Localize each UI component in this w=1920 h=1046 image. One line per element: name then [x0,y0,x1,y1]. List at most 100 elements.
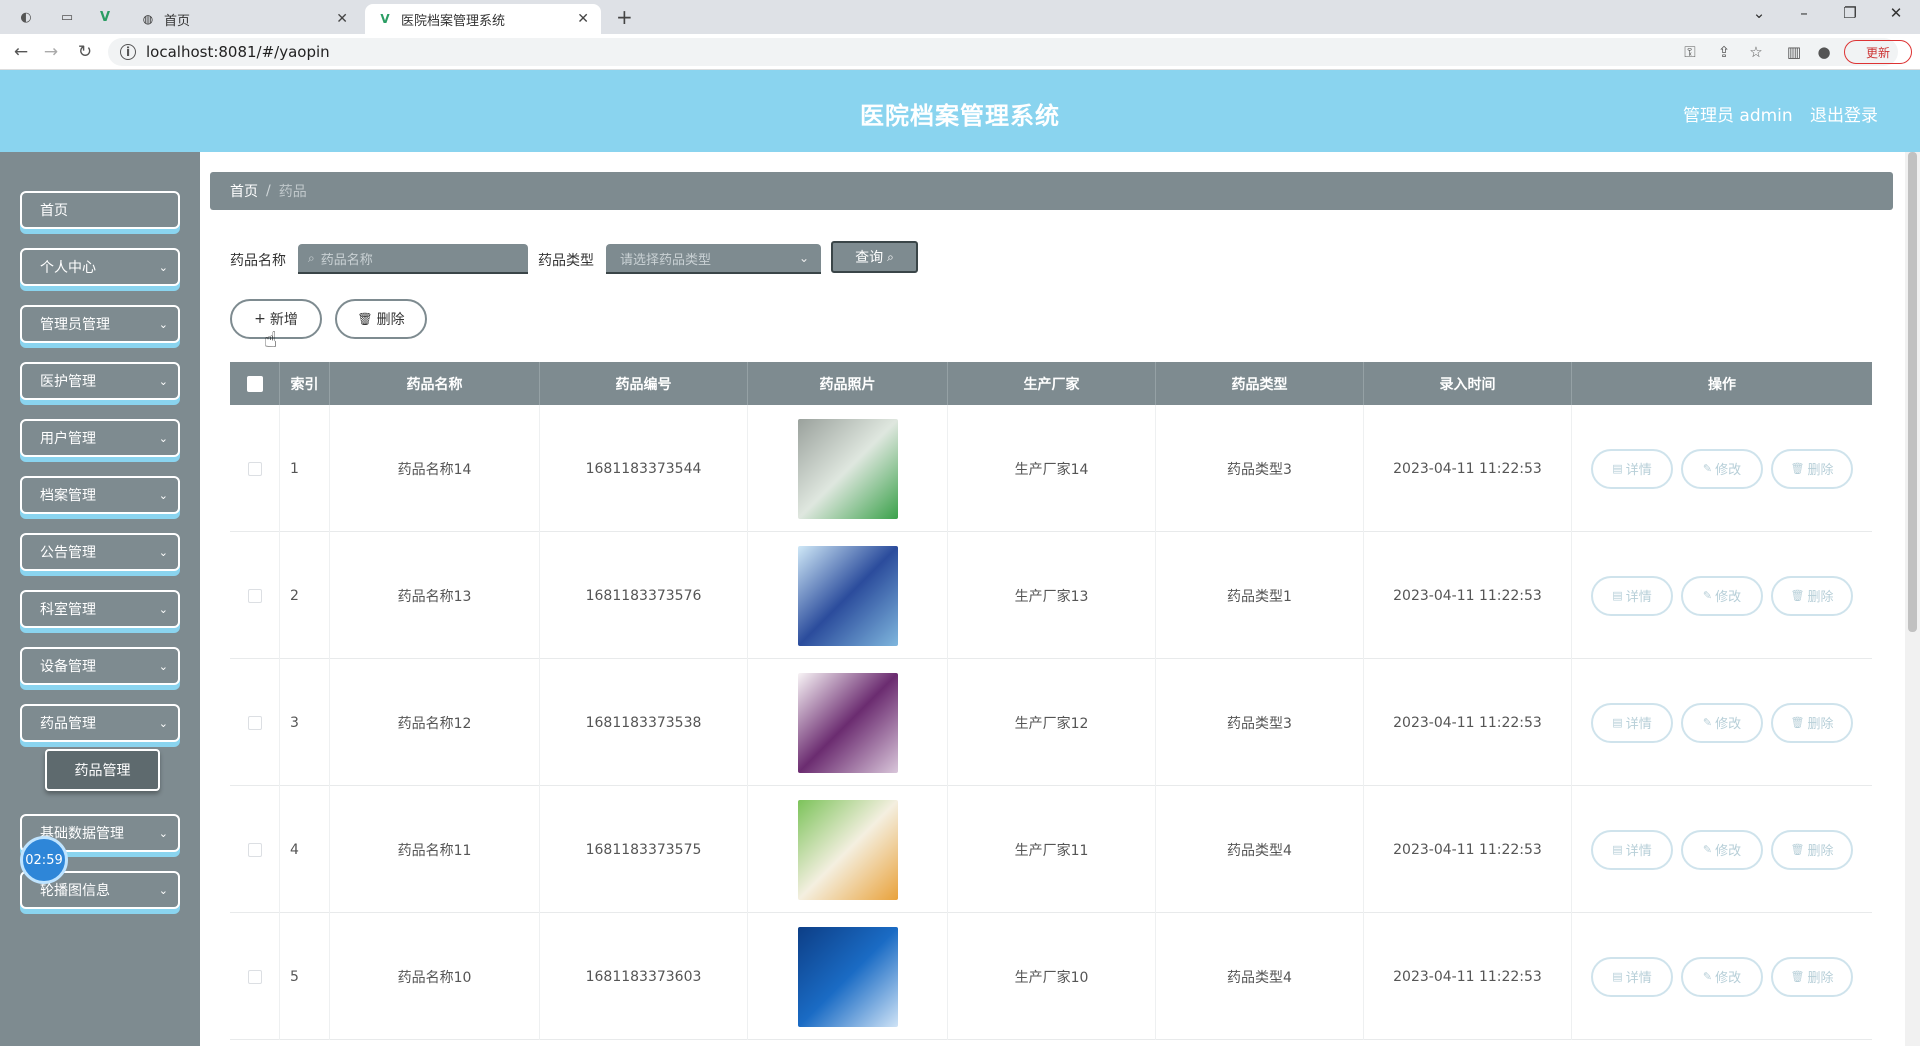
sidebar-item-profile[interactable]: 个人中心 ⌄ [20,248,180,286]
row-checkbox[interactable] [247,588,262,603]
close-window-icon[interactable]: ✕ [1876,4,1916,22]
tab-hospital-system[interactable]: V 医院档案管理系统 ✕ [365,4,601,34]
detail-button[interactable]: ▤ 详情 [1591,575,1673,616]
edit-button[interactable]: ✎ 修改 [1681,956,1763,997]
chevron-down-icon: ⌄ [158,431,168,445]
sidebar-item-label: 药品管理 [40,716,96,732]
close-tab-icon[interactable]: ✕ [577,11,589,27]
close-tab-icon[interactable]: ✕ [336,11,348,27]
row-checkbox[interactable] [247,461,262,476]
sidebar-item-notices[interactable]: 公告管理 ⌄ [20,533,180,571]
select-all-checkbox[interactable] [246,375,263,392]
edit-button[interactable]: ✎ 修改 [1681,448,1763,489]
cell-medicine-type: 药品类型3 [1156,405,1364,532]
medicine-name-input[interactable]: ⌕ 药品名称 [298,244,528,274]
sidebar-item-label: 个人中心 [40,260,96,276]
info-icon[interactable]: i [120,44,136,60]
page-scrollbar[interactable] [1905,152,1920,1046]
document-icon: ▤ [1612,716,1623,729]
logout-link[interactable]: 退出登录 [1810,101,1878,126]
blank-tab-icon[interactable]: ▭ [57,7,77,27]
detail-button[interactable]: ▤ 详情 [1591,829,1673,870]
new-tab-icon[interactable]: + [616,5,633,29]
vue-tab-icon[interactable]: V [95,7,115,27]
medicine-photo[interactable] [797,799,898,900]
sidebar-item-records[interactable]: 档案管理 ⌄ [20,476,180,514]
cell-medicine-name: 药品名称11 [330,786,540,913]
query-button-label: 查询 [855,250,884,266]
bulk-delete-button[interactable]: 🗑 删除 [335,299,427,339]
medicine-type-select[interactable]: 请选择药品类型 ⌄ [606,244,821,274]
medicine-photo[interactable] [797,418,898,519]
cell-medicine-photo [748,532,948,659]
sidebar-item-medicines[interactable]: 药品管理 ⌄ [20,704,180,742]
row-checkbox[interactable] [247,715,262,730]
share-icon[interactable]: ⇪ [1714,43,1734,61]
cell-medicine-name: 药品名称13 [330,532,540,659]
breadcrumb-home[interactable]: 首页 [230,181,258,201]
detail-button[interactable]: ▤ 详情 [1591,702,1673,743]
sidebar-item-admins[interactable]: 管理员管理 ⌄ [20,305,180,343]
restore-icon[interactable]: ❐ [1830,4,1870,22]
current-user: 管理员 admin [1683,106,1793,126]
cell-index: 5 [280,913,330,1040]
profile-icon[interactable]: ● [1814,43,1834,61]
delete-button[interactable]: 🗑 删除 [1771,956,1853,997]
detail-button[interactable]: ▤ 详情 [1591,956,1673,997]
cell-medicine-photo [748,786,948,913]
reload-icon[interactable]: ↻ [74,42,96,62]
tab-home[interactable]: ◍ 首页 ✕ [128,4,360,34]
delete-button[interactable]: 🗑 删除 [1771,702,1853,743]
url-field[interactable]: i localhost:8081/#/yaopin [108,38,1898,66]
scrollbar-thumb[interactable] [1908,152,1917,632]
select-all-checkbox-cell[interactable] [230,362,280,405]
edit-button-label: 修改 [1715,590,1742,605]
medicine-photo[interactable] [797,672,898,773]
medicine-photo[interactable] [797,545,898,646]
sidebar-item-users[interactable]: 用户管理 ⌄ [20,419,180,457]
row-checkbox[interactable] [247,969,262,984]
key-icon[interactable]: ⚿ [1680,43,1700,61]
tab-title: 首页 [164,13,191,29]
document-icon: ▤ [1612,843,1623,856]
sidebar-item-medical-staff[interactable]: 医护管理 ⌄ [20,362,180,400]
cell-medicine-type: 药品类型1 [1156,532,1364,659]
medicine-photo[interactable] [797,926,898,1027]
query-button[interactable]: 查询 ⌕ [831,241,918,273]
cell-entry-time: 2023-04-11 11:22:53 [1364,532,1572,659]
edit-button[interactable]: ✎ 修改 [1681,702,1763,743]
pencil-icon: ✎ [1702,462,1713,475]
delete-button-label: 删除 [1807,844,1834,859]
back-icon[interactable]: ← [10,42,32,62]
delete-button-label: 删除 [1807,463,1834,478]
delete-button[interactable]: 🗑 删除 [1771,448,1853,489]
delete-button[interactable]: 🗑 删除 [1771,575,1853,616]
minimize-icon[interactable]: – [1784,4,1824,22]
sidebar-item-departments[interactable]: 科室管理 ⌄ [20,590,180,628]
url-text: localhost:8081/#/yaopin [146,43,330,61]
clock-widget: 02:59 [20,836,68,884]
update-button[interactable]: 更新 [1844,40,1912,64]
detail-button[interactable]: ▤ 详情 [1591,448,1673,489]
cell-index: 1 [280,405,330,532]
pencil-icon: ✎ [1702,970,1713,983]
star-icon[interactable]: ☆ [1746,43,1766,61]
tab-search-icon[interactable]: ◐ [16,7,36,27]
cell-entry-time: 2023-04-11 11:22:53 [1364,786,1572,913]
tab-list-icon[interactable]: ⌄ [1739,4,1779,22]
chevron-down-icon: ⌄ [158,488,168,502]
row-checkbox[interactable] [247,842,262,857]
sidebar-item-home[interactable]: 首页 [20,191,180,229]
forward-icon[interactable]: → [40,42,62,62]
sidebar-item-equipment[interactable]: 设备管理 ⌄ [20,647,180,685]
sidepanel-icon[interactable]: ▥ [1784,43,1804,61]
sidebar-subitem-medicines[interactable]: 药品管理 [45,749,160,791]
edit-button[interactable]: ✎ 修改 [1681,829,1763,870]
edit-button[interactable]: ✎ 修改 [1681,575,1763,616]
cell-medicine-code: 1681183373544 [540,405,748,532]
sidebar-item-label: 设备管理 [40,659,96,675]
detail-button-label: 详情 [1625,971,1652,986]
browser-tab-bar: ◐ ▭ V ◍ 首页 ✕ V 医院档案管理系统 ✕ + ⌄ – ❐ ✕ [0,0,1920,34]
delete-button[interactable]: 🗑 删除 [1771,829,1853,870]
cell-manufacturer: 生产厂家10 [948,913,1156,1040]
